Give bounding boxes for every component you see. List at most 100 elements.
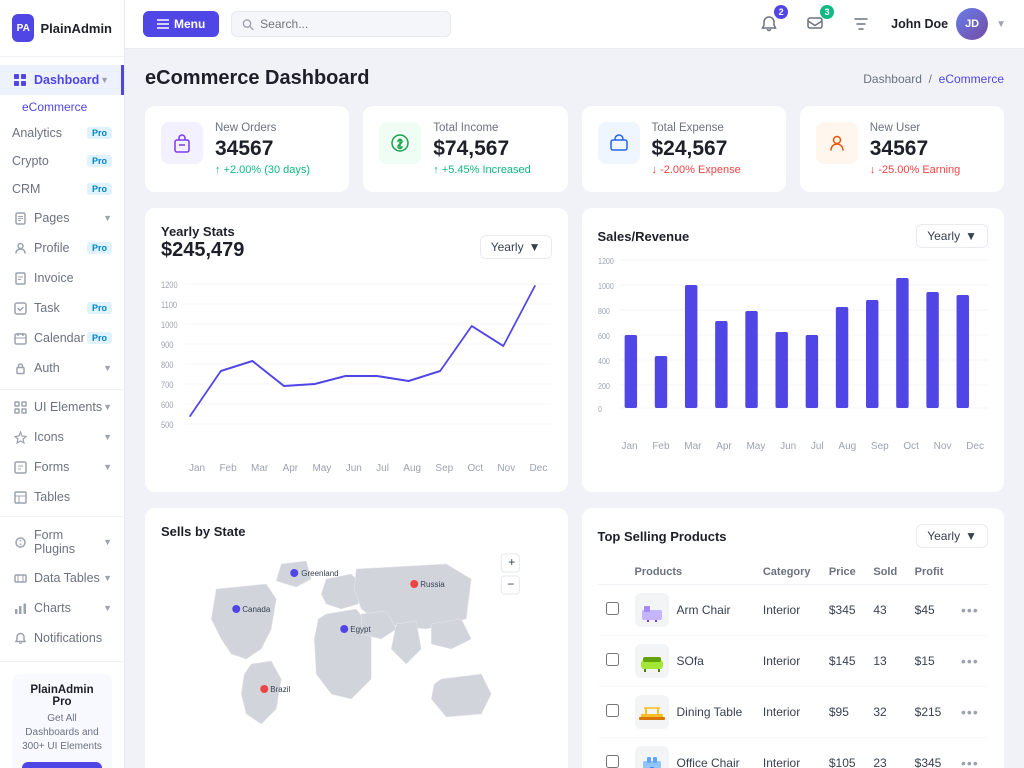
filter-button[interactable] bbox=[845, 8, 877, 40]
sales-revenue-card: Sales/Revenue Yearly ▼ 1200 1000 800 600… bbox=[582, 208, 1005, 492]
form-icon bbox=[12, 459, 28, 475]
yearly-stats-chart-area: 1200 1100 1000 900 800 700 600 500 bbox=[161, 276, 552, 476]
logo: PA PlainAdmin bbox=[0, 0, 124, 57]
sidebar-item-auth[interactable]: Auth ▼ bbox=[0, 353, 124, 383]
logo-text: PlainAdmin bbox=[40, 21, 112, 36]
canada-dot bbox=[232, 605, 240, 613]
row-checkbox[interactable] bbox=[606, 602, 619, 615]
sidebar-item-form-plugins[interactable]: Form Plugins ▼ bbox=[0, 521, 124, 563]
line-chart-svg: 1200 1100 1000 900 800 700 600 500 bbox=[161, 276, 552, 456]
menu-button[interactable]: Menu bbox=[143, 11, 219, 37]
sidebar-item-profile[interactable]: Profile Pro bbox=[0, 233, 124, 263]
search-bar[interactable] bbox=[231, 11, 451, 37]
product-sold: 13 bbox=[865, 636, 906, 687]
svg-text:500: 500 bbox=[161, 420, 174, 430]
sidebar-item-label: Pages bbox=[34, 211, 103, 225]
row-checkbox[interactable] bbox=[606, 755, 619, 768]
sales-revenue-period-select[interactable]: Yearly ▼ bbox=[916, 224, 988, 248]
svg-text:1000: 1000 bbox=[598, 282, 614, 292]
sells-by-state-card: Sells by State bbox=[145, 508, 568, 768]
product-category: Interior bbox=[755, 738, 821, 768]
svg-text:1200: 1200 bbox=[598, 257, 614, 267]
star-icon bbox=[12, 429, 28, 445]
svg-text:+: + bbox=[508, 555, 515, 569]
pro-badge: Pro bbox=[87, 332, 112, 344]
svg-text:Egypt: Egypt bbox=[350, 625, 371, 634]
x-label-mar: Mar bbox=[251, 463, 268, 474]
check-icon bbox=[12, 300, 28, 316]
sidebar-item-label: CRM bbox=[12, 182, 87, 196]
ui-icon bbox=[12, 399, 28, 415]
svg-text:−: − bbox=[507, 577, 514, 591]
notifications-button[interactable]: 2 bbox=[753, 8, 785, 40]
menu-label: Menu bbox=[174, 17, 205, 31]
row-actions-button[interactable]: ••• bbox=[961, 755, 979, 768]
pro-badge: Pro bbox=[87, 242, 112, 254]
sidebar-item-ecommerce[interactable]: eCommerce bbox=[0, 95, 124, 119]
row-checkbox[interactable] bbox=[606, 653, 619, 666]
filter-icon bbox=[852, 15, 870, 33]
product-category: Interior bbox=[755, 585, 821, 636]
sidebar-item-calendar[interactable]: Calendar Pro bbox=[0, 323, 124, 353]
x-label-jan: Jan bbox=[189, 463, 205, 474]
table-row: Arm Chair Interior $345 43 $45 ••• bbox=[598, 585, 989, 636]
header-right: 2 3 John Doe JD ▼ bbox=[753, 8, 1006, 40]
chevron-down-icon: ▼ bbox=[965, 529, 977, 543]
search-icon bbox=[242, 18, 254, 31]
sidebar-item-dashboard[interactable]: Dashboard ▼ bbox=[0, 65, 124, 95]
top-selling-period-select[interactable]: Yearly ▼ bbox=[916, 524, 988, 548]
sidebar-item-ui-elements[interactable]: UI Elements ▼ bbox=[0, 392, 124, 422]
yearly-stats-card: Yearly Stats $245,479 Yearly ▼ 1200 1100… bbox=[145, 208, 568, 492]
purchase-button[interactable]: Purchase Now bbox=[22, 762, 102, 768]
row-actions-button[interactable]: ••• bbox=[961, 653, 979, 669]
user-avatar: JD bbox=[956, 8, 988, 40]
stats-grid: New Orders 34567 ↑ +2.00% (30 days) Tota… bbox=[145, 106, 1004, 192]
sidebar-item-icons[interactable]: Icons ▼ bbox=[0, 422, 124, 452]
grid-icon bbox=[12, 72, 28, 88]
sidebar-item-task[interactable]: Task Pro bbox=[0, 293, 124, 323]
product-profit: $215 bbox=[907, 687, 953, 738]
svg-text:1000: 1000 bbox=[161, 320, 178, 330]
sidebar-item-tables[interactable]: Tables bbox=[0, 482, 124, 512]
sales-revenue-chart-area: 1200 1000 800 600 400 200 0 bbox=[598, 254, 989, 454]
stat-change: ↑ +2.00% (30 days) bbox=[215, 164, 333, 176]
sidebar-item-invoice[interactable]: Invoice bbox=[0, 263, 124, 293]
x-label-feb: Feb bbox=[219, 463, 236, 474]
svg-text:400: 400 bbox=[598, 357, 610, 367]
row-checkbox[interactable] bbox=[606, 704, 619, 717]
sidebar-item-notifications[interactable]: Notifications bbox=[0, 623, 124, 653]
message-badge: 3 bbox=[820, 5, 834, 19]
x-label-may: May bbox=[312, 463, 331, 474]
sidebar-item-charts[interactable]: Charts ▼ bbox=[0, 593, 124, 623]
sidebar-item-pages[interactable]: Pages ▼ bbox=[0, 203, 124, 233]
sales-revenue-title: Sales/Revenue bbox=[598, 229, 690, 244]
stat-value: $74,567 bbox=[433, 137, 551, 160]
pro-badge: Pro bbox=[87, 127, 112, 139]
sidebar-item-label: Dashboard bbox=[34, 73, 100, 87]
sidebar-item-forms[interactable]: Forms ▼ bbox=[0, 452, 124, 482]
total-expense-icon-wrap bbox=[598, 122, 640, 164]
breadcrumb-home[interactable]: Dashboard bbox=[863, 72, 922, 86]
sidebar-item-crm[interactable]: CRM Pro bbox=[0, 175, 124, 203]
sidebar-item-data-tables[interactable]: Data Tables ▼ bbox=[0, 563, 124, 593]
row-actions-button[interactable]: ••• bbox=[961, 602, 979, 618]
logo-icon: PA bbox=[12, 14, 34, 42]
svg-text:600: 600 bbox=[161, 400, 174, 410]
page-header: eCommerce Dashboard Dashboard / eCommerc… bbox=[145, 67, 1004, 90]
stat-card-new-orders: New Orders 34567 ↑ +2.00% (30 days) bbox=[145, 106, 349, 192]
message-icon bbox=[806, 15, 824, 33]
product-name: Office Chair bbox=[677, 756, 740, 768]
yearly-stats-period-select[interactable]: Yearly ▼ bbox=[480, 235, 552, 259]
sidebar-item-crypto[interactable]: Crypto Pro bbox=[0, 147, 124, 175]
user-menu[interactable]: John Doe JD ▼ bbox=[891, 8, 1006, 40]
product-profit: $15 bbox=[907, 636, 953, 687]
sidebar-item-analytics[interactable]: Analytics Pro bbox=[0, 119, 124, 147]
expense-icon bbox=[608, 132, 630, 154]
messages-button[interactable]: 3 bbox=[799, 8, 831, 40]
total-income-icon-wrap bbox=[379, 122, 421, 164]
yearly-stats-x-axis: Jan Feb Mar Apr May Jun Jul Aug Sep Oct … bbox=[161, 459, 552, 474]
stat-change: ↑ +5.45% Increased bbox=[433, 164, 551, 176]
new-orders-icon-wrap bbox=[161, 122, 203, 164]
search-input[interactable] bbox=[260, 17, 440, 31]
row-actions-button[interactable]: ••• bbox=[961, 704, 979, 720]
